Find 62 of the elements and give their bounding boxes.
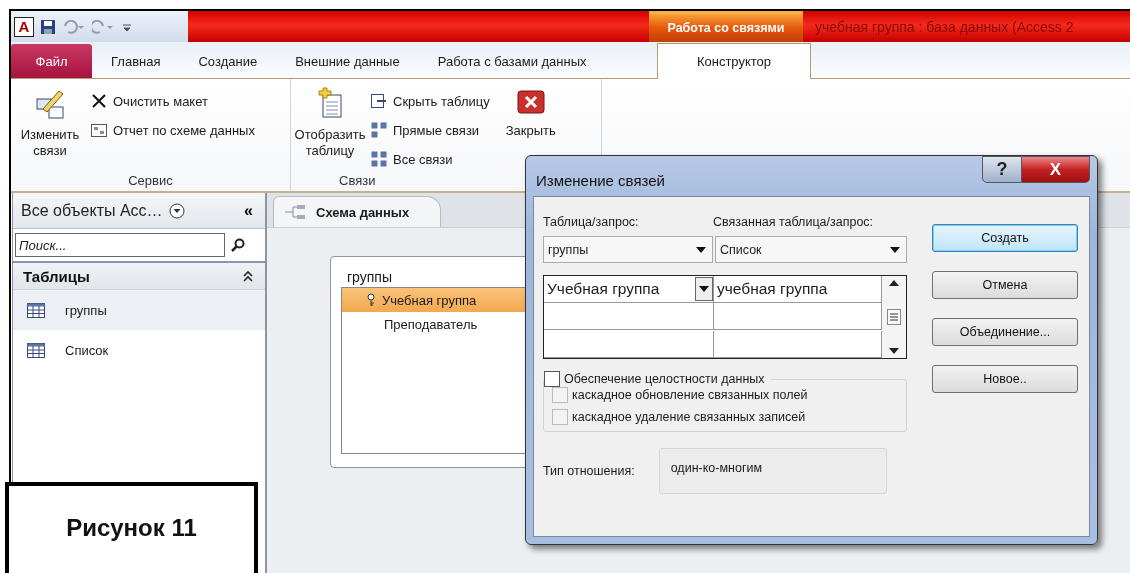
dropdown-icon[interactable] <box>168 202 185 219</box>
ribbon-button[interactable]: Закрыть <box>497 87 564 139</box>
grid-cell[interactable] <box>544 303 714 331</box>
hide-table-icon <box>371 93 387 109</box>
figure-caption: Рисунок 11 <box>5 482 258 573</box>
help-button[interactable]: ? <box>982 156 1022 183</box>
scroll-down-icon[interactable] <box>889 348 899 354</box>
related-table-combo[interactable]: Список <box>715 236 907 263</box>
ribbon-tab[interactable]: Создание <box>179 44 277 78</box>
file-tab[interactable]: Файл <box>11 44 92 78</box>
field-label: Таблица/запрос: <box>543 215 640 229</box>
table-combo[interactable]: группы <box>543 236 713 263</box>
ribbon-button[interactable]: Изменить связи <box>17 87 83 159</box>
dialog-button[interactable]: Новое.. <box>932 365 1078 393</box>
nav-pane-title: Все объекты Acc… <box>21 201 163 220</box>
nav-item[interactable]: группы <box>13 290 265 330</box>
checkbox[interactable] <box>544 371 560 387</box>
ribbon-tab[interactable]: Конструктор <box>657 43 811 79</box>
ribbon-button[interactable]: Прямые связи <box>369 118 492 142</box>
close-icon <box>515 87 546 117</box>
search-icon[interactable] <box>231 238 245 252</box>
nav-group-header[interactable]: Таблицы <box>13 263 265 290</box>
dropdown-arrow-icon <box>890 246 900 253</box>
dialog-title: Изменение связей <box>536 171 665 189</box>
clear-icon <box>91 93 107 109</box>
save-icon[interactable] <box>40 18 56 35</box>
scroll-thumb[interactable] <box>887 309 901 325</box>
ribbon-group-label: Сервис <box>128 173 173 188</box>
table-icon <box>27 302 45 318</box>
ribbon-button[interactable]: Отобразить таблицу <box>297 87 363 159</box>
all-relations-icon <box>371 151 387 167</box>
context-tab-header: Работа со связями <box>649 11 803 42</box>
dropdown-arrow-icon <box>696 246 706 253</box>
dialog-button[interactable]: Отмена <box>932 271 1078 299</box>
scroll-up-icon[interactable] <box>889 280 899 286</box>
grid-cell[interactable] <box>544 330 714 358</box>
dialog-button[interactable]: Создать <box>932 224 1078 252</box>
dialog-button[interactable]: Объединение... <box>932 318 1078 346</box>
ribbon-button[interactable]: Отчет по схеме данных <box>89 118 257 142</box>
app-logo: A <box>14 16 34 37</box>
ribbon-group-label: Связи <box>339 173 376 188</box>
ribbon-button[interactable]: Все связи <box>369 147 492 171</box>
ribbon-button[interactable]: Скрыть таблицу <box>369 89 492 113</box>
nav-item[interactable]: Список <box>13 330 265 370</box>
field-label: Связанная таблица/запрос: <box>713 215 875 229</box>
direct-relations-icon <box>371 122 387 138</box>
ribbon-tab[interactable]: Внешние данные <box>276 44 419 78</box>
relationships-icon <box>284 204 306 220</box>
field-list-title: группы <box>346 269 393 285</box>
ribbon-tab[interactable]: Работа с базами данных <box>418 44 606 78</box>
ribbon-button[interactable]: Очистить макет <box>89 89 257 113</box>
window-title: учебная группа : база данных (Access 2 <box>815 17 1074 37</box>
grid-cell[interactable]: Учебная группа <box>544 276 714 303</box>
scrollbar[interactable] <box>882 276 906 358</box>
report-icon <box>91 122 107 138</box>
table-icon <box>27 342 45 358</box>
search-field[interactable]: Поиск... <box>15 233 225 257</box>
close-button[interactable]: X <box>1022 156 1090 183</box>
document-tab[interactable]: Схема данных <box>273 196 441 227</box>
relation-type-value: один-ко-многим <box>658 448 887 494</box>
ribbon-tab[interactable]: Главная <box>92 44 180 78</box>
collapse-button[interactable]: « <box>238 201 259 220</box>
